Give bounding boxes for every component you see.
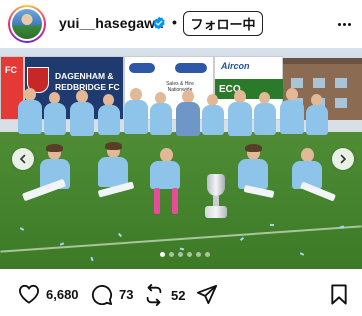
ad-board-sales-text: Sales & Hire Nationwide xyxy=(166,81,194,93)
send-icon xyxy=(196,284,218,305)
carousel-dot xyxy=(187,252,192,257)
share-button[interactable] xyxy=(196,284,218,305)
save-button[interactable] xyxy=(330,284,348,305)
ad-board-left-text: FC xyxy=(5,65,17,75)
confetti xyxy=(269,223,275,227)
confetti xyxy=(179,247,185,251)
comment-count: 73 xyxy=(119,287,134,302)
carousel-dot xyxy=(205,252,210,257)
ad-board-dagenham-line2: REDBRIDGE FC xyxy=(55,82,120,92)
repost-button[interactable]: 52 xyxy=(143,284,185,306)
post-header: yui__hasegawa • フォロー中 xyxy=(0,0,362,48)
post-actions: 6,680 73 52 xyxy=(0,270,362,316)
username-link[interactable]: yui__hasegawa xyxy=(59,15,163,31)
ad-chip-2 xyxy=(175,63,207,73)
ad-chip-1 xyxy=(129,63,155,73)
carousel-dot xyxy=(178,252,183,257)
more-options-icon[interactable] xyxy=(334,14,354,34)
avatar-image xyxy=(12,9,42,39)
ad-board-dagenham-line1: DAGENHAM & xyxy=(55,71,114,81)
like-button[interactable]: 6,680 xyxy=(18,284,79,304)
repost-count: 52 xyxy=(171,287,186,303)
post-photo[interactable]: FC DAGENHAM & REDBRIDGE FC Sales & Hire … xyxy=(0,48,362,269)
comment-icon xyxy=(91,285,113,305)
like-count: 6,680 xyxy=(46,286,79,302)
carousel-prev-button[interactable] xyxy=(12,148,34,170)
avatar[interactable] xyxy=(8,5,46,43)
avatar-frame xyxy=(10,7,44,41)
comment-button[interactable]: 73 xyxy=(91,284,133,305)
carousel-dot xyxy=(160,252,165,257)
chevron-left-icon xyxy=(19,154,26,164)
heart-icon xyxy=(18,284,40,304)
chevron-right-icon xyxy=(340,154,347,164)
carousel-indicator xyxy=(160,252,210,257)
carousel-next-button[interactable] xyxy=(332,148,354,170)
ad-board-eco-text: ECO xyxy=(215,79,284,99)
trophy xyxy=(205,174,227,218)
carousel-dot xyxy=(169,252,174,257)
verified-badge-icon xyxy=(153,16,165,30)
bookmark-icon xyxy=(331,284,347,305)
carousel-dot xyxy=(196,252,201,257)
following-button[interactable]: フォロー中 xyxy=(183,11,263,36)
ad-board-brand: Aircon xyxy=(221,61,250,71)
header-separator: • xyxy=(172,14,177,30)
repost-icon xyxy=(146,284,162,306)
